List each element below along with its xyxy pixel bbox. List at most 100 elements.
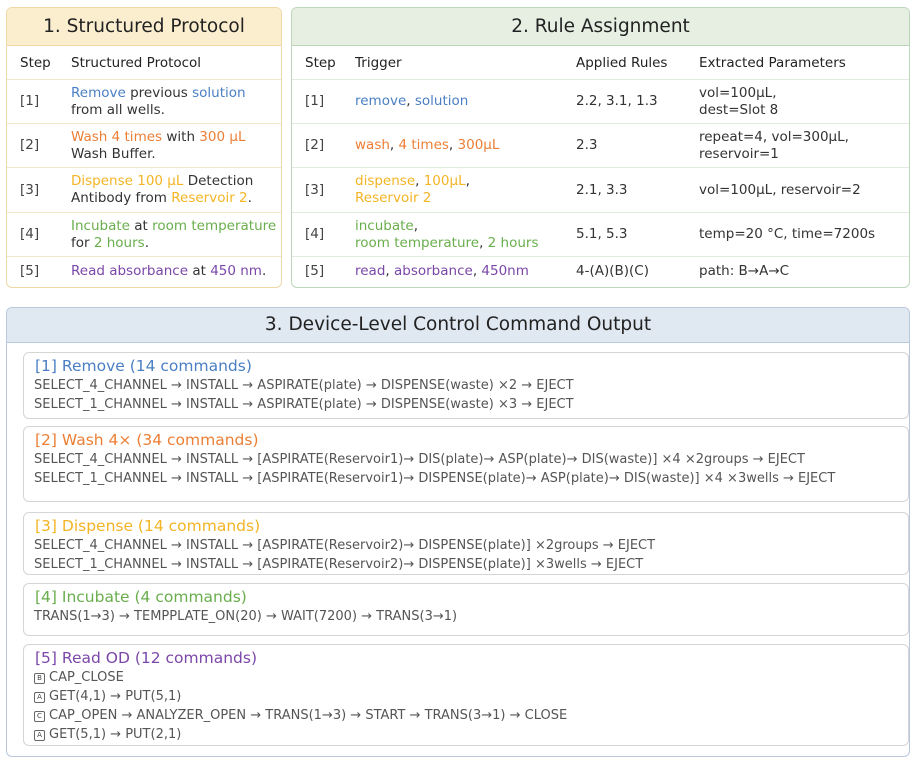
path-tag-icon: C [34, 711, 45, 722]
extracted-parameters: temp=20 °C, time=7200s [686, 212, 909, 257]
command-line: SELECT_4_CHANNEL → INSTALL → [ASPIRATE(R… [34, 450, 908, 469]
command-text: SELECT_1_CHANNEL → INSTALL → ASPIRATE(pl… [34, 397, 574, 412]
step-label: [4] [292, 212, 342, 257]
command-block: [1] Remove (14 commands) SELECT_4_CHANNEL… [23, 352, 909, 419]
trigger-segment: read [355, 263, 386, 280]
applied-rules: 4-(A)(B)(C) [563, 256, 686, 287]
command-line: A GET(5,1) → PUT(2,1) [34, 725, 908, 744]
panel-title: 2. Rule Assignment [292, 8, 909, 46]
protocol-segment: solution [192, 84, 246, 101]
trigger-text: wash, 4 times, 300μL [342, 123, 563, 168]
trigger-text: remove, solution [342, 79, 563, 124]
command-text: SELECT_4_CHANNEL → INSTALL → [ASPIRATE(R… [34, 538, 656, 553]
column-header: Trigger [355, 55, 402, 71]
command-block-title: [3] Dispense (14 commands) [35, 517, 261, 535]
protocol-segment: Wash 4 times [71, 128, 163, 145]
protocol-segment: . [144, 234, 149, 251]
protocol-segment: Remove [71, 84, 126, 101]
trigger-text: read, absorbance, 450nm [342, 256, 563, 287]
trigger-text: dispense, 100μL, Reservoir 2 [342, 167, 563, 213]
protocol-segment: at [129, 217, 153, 234]
protocol-segment: Read absorbance [71, 263, 189, 280]
command-line: SELECT_1_CHANNEL → INSTALL → ASPIRATE(pl… [34, 395, 908, 414]
protocol-segment: at [188, 263, 211, 280]
protocol-text: Remove previous solution from all wells. [58, 79, 281, 124]
trigger-segment: remove [355, 93, 407, 109]
command-block-title: [5] Read OD (12 commands) [35, 649, 258, 667]
applied-rules: 2.2, 3.1, 1.3 [563, 79, 686, 124]
command-line: SELECT_1_CHANNEL → INSTALL → [ASPIRATE(R… [34, 555, 908, 574]
command-block: [5] Read OD (12 commands) B CAP_CLOSE A GET(… [23, 644, 909, 746]
panel-title: 1. Structured Protocol [7, 8, 281, 46]
extracted-parameters: path: B→A→C [686, 256, 909, 287]
protocol-segment: room temperature [152, 217, 277, 234]
step-label: [2] [7, 123, 58, 168]
column-header: Structured Protocol [71, 55, 202, 71]
protocol-segment: 2 hours [93, 234, 145, 251]
command-line: TRANS(1→3) → TEMPPLATE_ON(20) → WAIT(720… [34, 607, 908, 626]
column-header: Applied Rules [576, 55, 668, 71]
trigger-segment: , [479, 234, 488, 251]
protocol-text: Dispense 100 μL Detection Antibody from R… [58, 167, 281, 213]
rule-row: [4] incubate, room temperature, 2 hours 5.1… [292, 212, 909, 257]
protocol-row: [1] Remove previous solution from all well… [7, 79, 281, 124]
trigger-segment: 2 hours [487, 234, 539, 251]
trigger-segment: , [385, 263, 394, 280]
column-header: Step [20, 55, 51, 71]
panel-title: 3. Device-Level Control Command Output [7, 308, 909, 343]
step-label: [3] [292, 167, 342, 213]
command-text: CAP_OPEN → ANALYZER_OPEN → TRANS(1→3) → … [49, 708, 568, 723]
trigger-segment: absorbance [394, 263, 473, 280]
trigger-segment: , [448, 137, 458, 153]
trigger-segment: 450nm [481, 263, 529, 280]
trigger-segment: solution [414, 93, 469, 109]
command-line: SELECT_4_CHANNEL → INSTALL → ASPIRATE(pl… [34, 376, 908, 395]
rule-row: [5] read, absorbance, 450nm 4-(A)(B)(C) pat… [292, 256, 909, 287]
trigger-segment: 300μL [457, 137, 500, 153]
step-label: [1] [7, 79, 58, 124]
trigger-segment: , [406, 93, 415, 109]
trigger-segment: 100μL [423, 173, 466, 189]
step-label: [5] [292, 256, 342, 287]
applied-rules: 5.1, 5.3 [563, 212, 686, 257]
protocol-segment: Antibody from [71, 190, 172, 206]
protocol-row: [5] Read absorbance at 450 nm. [7, 256, 281, 287]
protocol-text: Wash 4 times with 300 μL Wash Buffer. [58, 123, 281, 168]
extracted-parameters: vol=100μL, dest=Slot 8 [686, 79, 909, 124]
protocol-text: Read absorbance at 450 nm. [58, 256, 281, 287]
trigger-segment: , [413, 217, 419, 234]
protocol-segment: for [71, 234, 94, 251]
command-block: [3] Dispense (14 commands) SELECT_4_CHANN… [23, 512, 909, 575]
command-line: C CAP_OPEN → ANALYZER_OPEN → TRANS(1→3) →… [34, 706, 908, 725]
rule-assignment-panel: 2. Rule Assignment Step Trigger Applied … [291, 7, 910, 288]
extracted-parameters: vol=100μL, reservoir=2 [686, 167, 909, 213]
path-tag-icon: A [34, 730, 45, 741]
rule-row: [2] wash, 4 times, 300μL 2.3 repeat=4, vol=… [292, 123, 909, 168]
command-output-panel: 3. Device-Level Control Command Output [… [6, 307, 910, 757]
command-block-title: [1] Remove (14 commands) [35, 357, 252, 375]
trigger-segment: dispense [355, 173, 416, 189]
protocol-segment: 300 μL [199, 128, 246, 145]
protocol-segment: with [162, 128, 200, 145]
trigger-segment: , [389, 137, 399, 153]
protocol-row: [3] Dispense 100 μL Detection Antibody fro… [7, 167, 281, 213]
protocol-segment: . [247, 190, 252, 206]
step-label: [4] [7, 212, 58, 257]
trigger-text: incubate, room temperature, 2 hours [342, 212, 563, 257]
structured-protocol-panel: 1. Structured Protocol Step Structured P… [6, 7, 282, 288]
trigger-segment: 4 times [398, 137, 449, 153]
trigger-segment: room temperature [355, 234, 480, 251]
protocol-segment: . [261, 263, 267, 280]
protocol-segment: Incubate [71, 217, 130, 234]
command-block: [4] Incubate (4 commands) TRANS(1→3) → TE… [23, 583, 909, 636]
protocol-segment: Wash Buffer. [71, 145, 156, 162]
command-text: SELECT_4_CHANNEL → INSTALL → [ASPIRATE(R… [34, 452, 805, 467]
command-text: CAP_CLOSE [49, 670, 124, 685]
path-tag-icon: B [34, 673, 45, 684]
command-text: SELECT_1_CHANNEL → INSTALL → [ASPIRATE(R… [34, 471, 836, 486]
protocol-segment: Dispense 100 μL [71, 173, 184, 189]
rule-row: [1] remove, solution 2.2, 3.1, 1.3 vol=100μ… [292, 79, 909, 124]
command-line: SELECT_1_CHANNEL → INSTALL → [ASPIRATE(R… [34, 469, 908, 488]
command-block-title: [4] Incubate (4 commands) [35, 588, 247, 606]
rules-table: Step Trigger Applied Rules Extracted Par… [292, 47, 909, 287]
